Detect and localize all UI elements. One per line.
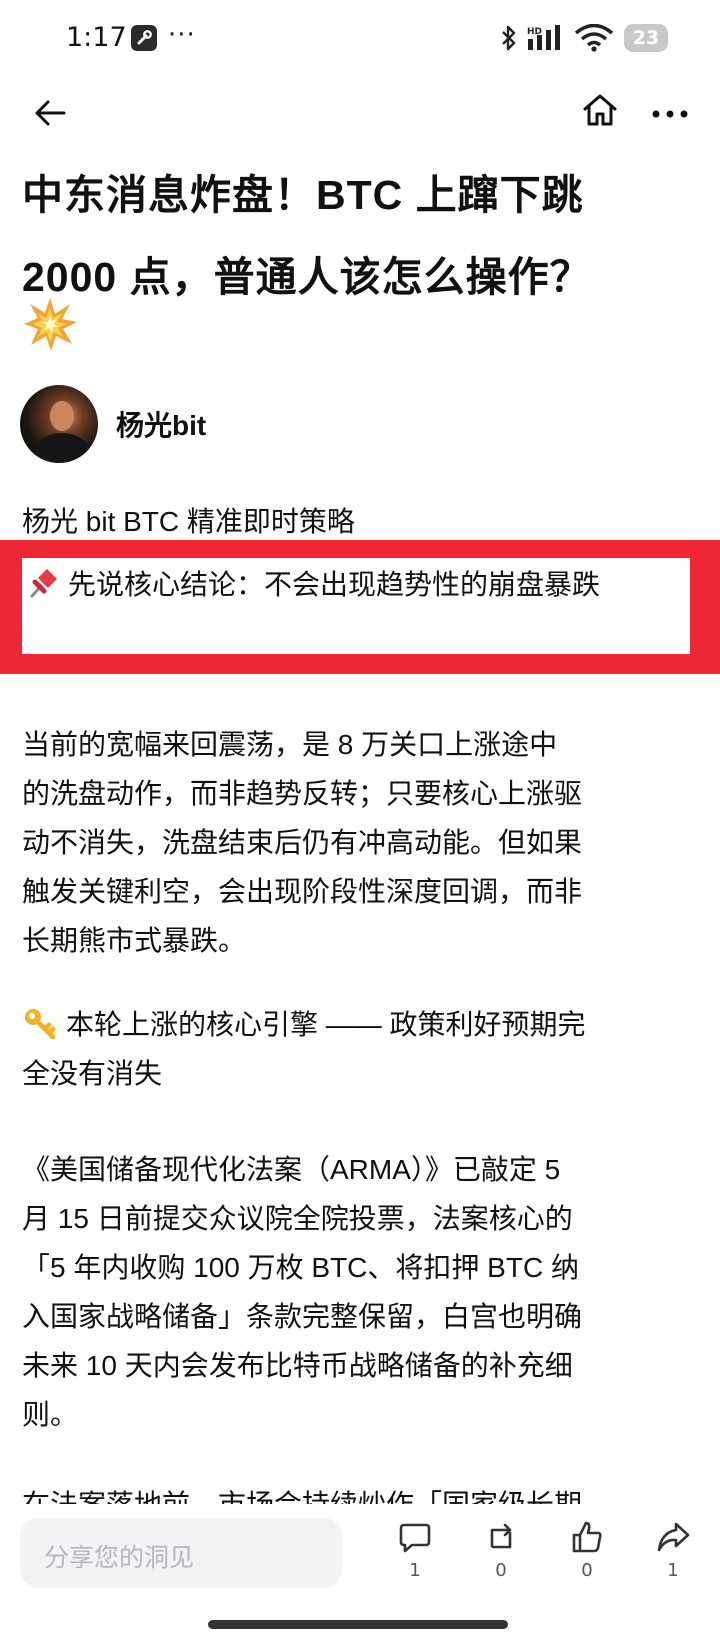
home-indicator[interactable] [208, 1620, 508, 1629]
battery-icon: 23 [624, 24, 668, 52]
avatar-face [50, 401, 74, 431]
top-nav-bar [0, 80, 720, 144]
status-bar: 1:17 ··· HD 23 [0, 0, 720, 80]
repost-count: 0 [495, 1560, 507, 1581]
paragraph-2: 《美国储备现代化法案（ARMA）》已敲定 5 月 15 日前提交众议院全院投票，… [22, 1145, 698, 1439]
section-heading-text-1: 本轮上涨的核心引擎 —— 政策利好预期完 [66, 1009, 586, 1040]
share-button[interactable]: 1 [643, 1520, 703, 1600]
paragraph-3-line: 在法案落地前，市场会持续炒作「国家级长期 [22, 1480, 698, 1504]
title-line-1: 中东消息炸盘！BTC 上蹿下跳 [22, 172, 584, 218]
paragraph-2-line: 月 15 日前提交众议院全院投票，法案核心的 [22, 1203, 573, 1234]
article-title: 中东消息炸盘！BTC 上蹿下跳 2000 点，普通人该怎么操作？ [22, 154, 702, 318]
more-options-button[interactable] [650, 94, 690, 134]
back-arrow-icon [35, 100, 66, 126]
comment-count: 1 [409, 1560, 421, 1581]
wifi-icon [574, 23, 614, 56]
author-name[interactable]: 杨光bit [116, 404, 206, 444]
status-more-dots: ··· [168, 20, 196, 50]
paragraph-1-line: 动不消失，洗盘结束后仍有冲高动能。但如果 [22, 827, 583, 858]
author-avatar[interactable] [20, 385, 98, 463]
home-icon [583, 94, 617, 126]
comment-placeholder: 分享您的洞见 [44, 1544, 195, 1572]
paragraph-2-line: 未来 10 天内会发布比特币战略储备的补充细 [22, 1350, 573, 1381]
battery-level: 23 [632, 27, 660, 49]
paragraph-2-line: 「5 年内收购 100 万枚 BTC、将扣押 BTC 纳 [22, 1252, 579, 1283]
highlight-text: 先说核心结论：不会出现趋势性的崩盘暴跌 [68, 569, 601, 600]
bluetooth-icon [500, 24, 518, 56]
status-time: 1:17 [66, 22, 127, 53]
more-icon [652, 110, 688, 118]
share-count: 1 [667, 1560, 679, 1581]
highlight-box: 先说核心结论：不会出现趋势性的崩盘暴跌 [22, 558, 690, 654]
collision-icon [22, 296, 78, 352]
paragraph-1-line: 长期熊市式暴跌。 [22, 925, 247, 956]
article-subtitle: 杨光 bit BTC 精准即时策略 [22, 506, 355, 537]
signal-icon: HD [527, 25, 567, 55]
paragraph-2-line: 入国家战略储备」条款完整保留，白宫也明确 [22, 1301, 583, 1332]
paragraph-2-line: 《美国储备现代化法案（ARMA）》已敲定 5 [22, 1154, 561, 1185]
section-heading-line-2: 全没有消失 [22, 1058, 163, 1089]
home-button[interactable] [580, 90, 620, 130]
section-heading-line-1: 本轮上涨的核心引擎 —— 政策利好预期完 [22, 1000, 698, 1049]
like-icon [572, 1521, 602, 1553]
wrench-icon [131, 25, 157, 51]
pin-icon [26, 566, 60, 600]
section-heading: 本轮上涨的核心引擎 —— 政策利好预期完 全没有消失 [22, 1000, 698, 1098]
paragraph-3-partial: 在法案落地前，市场会持续炒作「国家级长期 [22, 1480, 698, 1504]
like-button[interactable]: 0 [557, 1520, 617, 1600]
paragraph-1-line: 触发关键利空，会出现阶段性深度回调，而非 [22, 876, 583, 907]
like-count: 0 [581, 1560, 593, 1581]
paragraph-1-line: 当前的宽幅来回震荡，是 8 万关口上涨途中 [22, 729, 558, 760]
repost-button[interactable]: 0 [471, 1520, 531, 1600]
paragraph-1: 当前的宽幅来回震荡，是 8 万关口上涨途中 的洗盘动作，而非趋势反转；只要核心上… [22, 720, 698, 965]
comment-button[interactable]: 1 [385, 1520, 445, 1600]
key-icon [22, 1006, 56, 1040]
title-line-2: 2000 点，普通人该怎么操作？ [22, 254, 592, 300]
paragraph-1-line: 的洗盘动作，而非趋势反转；只要核心上涨驱 [22, 778, 583, 809]
highlight-text-block: 先说核心结论：不会出现趋势性的崩盘暴跌 [26, 562, 686, 608]
back-button[interactable] [32, 94, 70, 132]
paragraph-2-line: 则。 [22, 1399, 79, 1430]
comment-input[interactable]: 分享您的洞见 [20, 1518, 342, 1588]
comment-icon [399, 1523, 431, 1553]
share-icon [657, 1522, 690, 1552]
avatar-body [34, 433, 90, 463]
repost-icon [490, 1523, 512, 1549]
